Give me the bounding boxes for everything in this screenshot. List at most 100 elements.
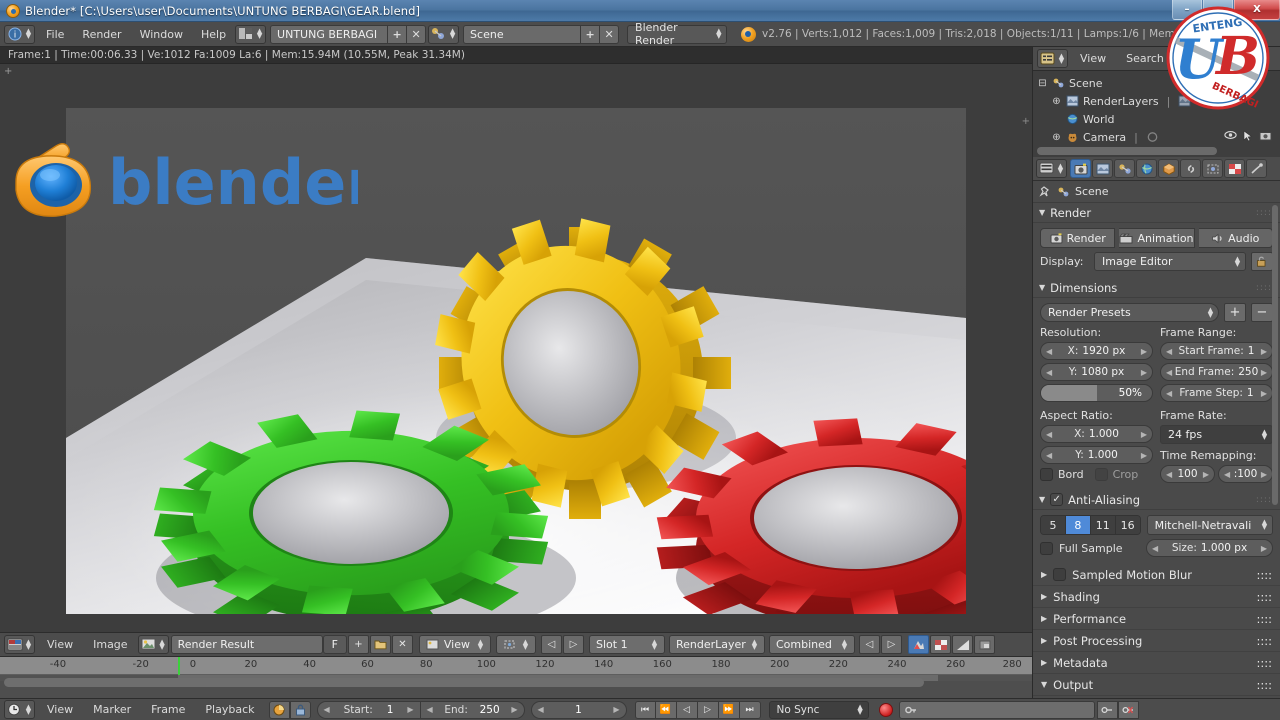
- resolution-x-field[interactable]: ◀ X: 1920 px ▶: [1040, 342, 1153, 360]
- start-frame-inc[interactable]: ▶: [407, 705, 413, 714]
- display-channels-zbuffer-button[interactable]: [952, 635, 973, 654]
- time-remap-new-field[interactable]: ◀ :100 ▶: [1218, 465, 1273, 483]
- timeline-editor[interactable]: -40 -20 0 20 40 60 80 100 120 140 160 180 200 220 240 2…: [0, 656, 1032, 698]
- tab-particles[interactable]: [1246, 159, 1267, 178]
- add-preset-button[interactable]: +: [1224, 303, 1246, 322]
- aspect-x-inc[interactable]: ▶: [1141, 430, 1147, 439]
- image-editor-canvas[interactable]: + + blender: [0, 64, 1032, 632]
- aspect-x-field[interactable]: ◀ X: 1.000 ▶: [1040, 425, 1153, 443]
- menu-render[interactable]: Render: [73, 26, 130, 43]
- outliner-editor-type-selector[interactable]: ▲ ▼: [1037, 49, 1068, 68]
- outliner-expander[interactable]: ⊕: [1051, 132, 1062, 143]
- outliner-item-world[interactable]: World: [1037, 110, 1280, 128]
- timeline-menu-marker[interactable]: Marker: [83, 701, 141, 718]
- jump-to-start-button[interactable]: ⏮: [634, 700, 656, 719]
- aa-filter-dropdown[interactable]: Mitchell-Netravali ▲ ▼: [1146, 515, 1273, 535]
- timeline-editor-type-selector[interactable]: ▲ ▼: [4, 700, 35, 719]
- panel-header-metadata[interactable]: ▶ Metadata::::: [1033, 652, 1280, 674]
- render-presets-dropdown[interactable]: Render Presets ▲ ▼: [1040, 303, 1219, 322]
- render-animation-button[interactable]: Animation: [1119, 228, 1195, 248]
- properties-scrollbar[interactable]: [1272, 205, 1278, 505]
- aa-sample-16[interactable]: 16: [1115, 516, 1140, 534]
- scene-name-field[interactable]: Scene: [463, 24, 582, 44]
- timeline-horizontal-scrollbar[interactable]: [4, 678, 924, 687]
- resolution-percentage-slider[interactable]: 50%: [1040, 384, 1153, 402]
- start-frame-field[interactable]: ◀ Start: 1 ▶: [316, 700, 421, 719]
- end-frame-dec[interactable]: ◀: [427, 705, 433, 714]
- outliner-item-camera[interactable]: ⊕ Camera |: [1037, 128, 1280, 146]
- new-image-button[interactable]: +: [347, 635, 369, 654]
- tab-scene[interactable]: [1114, 159, 1135, 178]
- timeline-menu-view[interactable]: View: [37, 701, 83, 718]
- open-image-button[interactable]: [369, 635, 391, 654]
- timeline-ruler[interactable]: [0, 657, 1032, 675]
- antialiasing-checkbox[interactable]: [1050, 493, 1064, 506]
- tab-constraints[interactable]: [1180, 159, 1201, 178]
- eye-icon[interactable]: [1224, 130, 1237, 145]
- render-engine-dropdown[interactable]: Blender Render ▲ ▼: [627, 21, 728, 47]
- lock-timeline-button[interactable]: [289, 700, 311, 719]
- crop-checkbox[interactable]: [1094, 468, 1108, 481]
- next-slot-button[interactable]: ▷: [563, 635, 584, 654]
- end-frame-prop-field[interactable]: ◀ End Frame: 250 ▶: [1160, 363, 1273, 381]
- render-audio-button[interactable]: Audio: [1198, 228, 1273, 248]
- tab-render[interactable]: [1070, 159, 1091, 178]
- screen-layout-icon-selector[interactable]: ▲ ▼: [235, 24, 267, 44]
- jump-to-end-button[interactable]: ⏭: [739, 700, 761, 719]
- auto-keyframe-button[interactable]: [268, 700, 290, 719]
- keying-set-field[interactable]: [898, 700, 1095, 719]
- close-button[interactable]: X: [1234, 0, 1280, 20]
- panel-enable-checkbox[interactable]: [1053, 568, 1067, 581]
- render-image-button[interactable]: Render: [1040, 228, 1116, 248]
- outliner-scrollbar[interactable]: [1037, 147, 1217, 155]
- info-editor-type-selector[interactable]: i ▲ ▼: [4, 24, 35, 44]
- canvas-expand-marker[interactable]: +: [4, 66, 12, 77]
- renderlayers-data-icon[interactable]: [1178, 95, 1191, 107]
- delete-scene-button[interactable]: ✕: [600, 24, 620, 44]
- display-lock-interface-button[interactable]: [1251, 252, 1273, 271]
- menu-file[interactable]: File: [37, 26, 73, 43]
- end-frame-prop-inc[interactable]: ▶: [1261, 368, 1267, 377]
- image-name-field[interactable]: Render Result: [170, 635, 323, 654]
- aspect-y-inc[interactable]: ▶: [1141, 451, 1147, 460]
- current-frame-dec[interactable]: ◀: [538, 705, 544, 714]
- render-pass-dropdown[interactable]: Combined ▲ ▼: [769, 635, 855, 654]
- add-screen-layout-button[interactable]: +: [388, 24, 408, 44]
- menu-help[interactable]: Help: [192, 26, 235, 43]
- tab-texture[interactable]: [1224, 159, 1245, 178]
- tab-render-layers[interactable]: [1092, 159, 1113, 178]
- aa-sample-11[interactable]: 11: [1090, 516, 1116, 534]
- image-view-mode-dropdown[interactable]: View ▲ ▼: [418, 635, 491, 654]
- camera-object-icon[interactable]: [1146, 131, 1159, 143]
- image-menu-view[interactable]: View: [37, 636, 83, 653]
- panel-header-render[interactable]: ▼ Render ::::: [1033, 203, 1280, 223]
- canvas-corner-marker[interactable]: +: [1022, 116, 1030, 127]
- jump-prev-keyframe-button[interactable]: ⏪: [655, 700, 677, 719]
- camera-render-icon[interactable]: [1259, 130, 1272, 145]
- maximize-button[interactable]: ▭: [1203, 0, 1233, 20]
- prev-pass-button[interactable]: ◁: [859, 635, 880, 654]
- delete-keyframe-button[interactable]: [1117, 700, 1139, 719]
- aa-size-field[interactable]: ◀ Size: 1.000 px ▶: [1146, 539, 1273, 557]
- res-x-inc[interactable]: ▶: [1141, 347, 1147, 356]
- outliner-expander[interactable]: ⊟: [1037, 78, 1048, 89]
- panel-header-output[interactable]: ▼ Output ::::: [1033, 674, 1280, 696]
- outliner-restriction-toggles[interactable]: [1224, 129, 1280, 145]
- current-frame-inc[interactable]: ▶: [613, 705, 619, 714]
- outliner-item-renderlayers[interactable]: ⊕ RenderLayers |: [1037, 92, 1280, 110]
- render-slot-dropdown[interactable]: Slot 1 ▲ ▼: [589, 635, 665, 654]
- panel-header-post-processing[interactable]: ▶ Post Processing::::: [1033, 630, 1280, 652]
- remap-old-dec[interactable]: ◀: [1166, 470, 1172, 479]
- minimize-button[interactable]: –: [1172, 0, 1202, 20]
- panel-header-sampled-motion-blur[interactable]: ▶ Sampled Motion Blur::::: [1033, 564, 1280, 586]
- res-y-inc[interactable]: ▶: [1141, 368, 1147, 377]
- timeline-playhead[interactable]: [178, 657, 180, 675]
- record-button[interactable]: [878, 702, 893, 717]
- time-remap-old-field[interactable]: ◀ 100 ▶: [1160, 465, 1215, 483]
- border-checkbox[interactable]: [1040, 468, 1053, 481]
- outliner-menu-view[interactable]: View: [1070, 50, 1116, 67]
- image-editor-type-selector[interactable]: ▲ ▼: [4, 635, 35, 654]
- aa-samples-selector[interactable]: 5 8 11 16: [1040, 515, 1141, 535]
- properties-editor-type-selector[interactable]: ▲ ▼: [1036, 159, 1067, 178]
- outliner-menu-search[interactable]: Search: [1116, 50, 1174, 67]
